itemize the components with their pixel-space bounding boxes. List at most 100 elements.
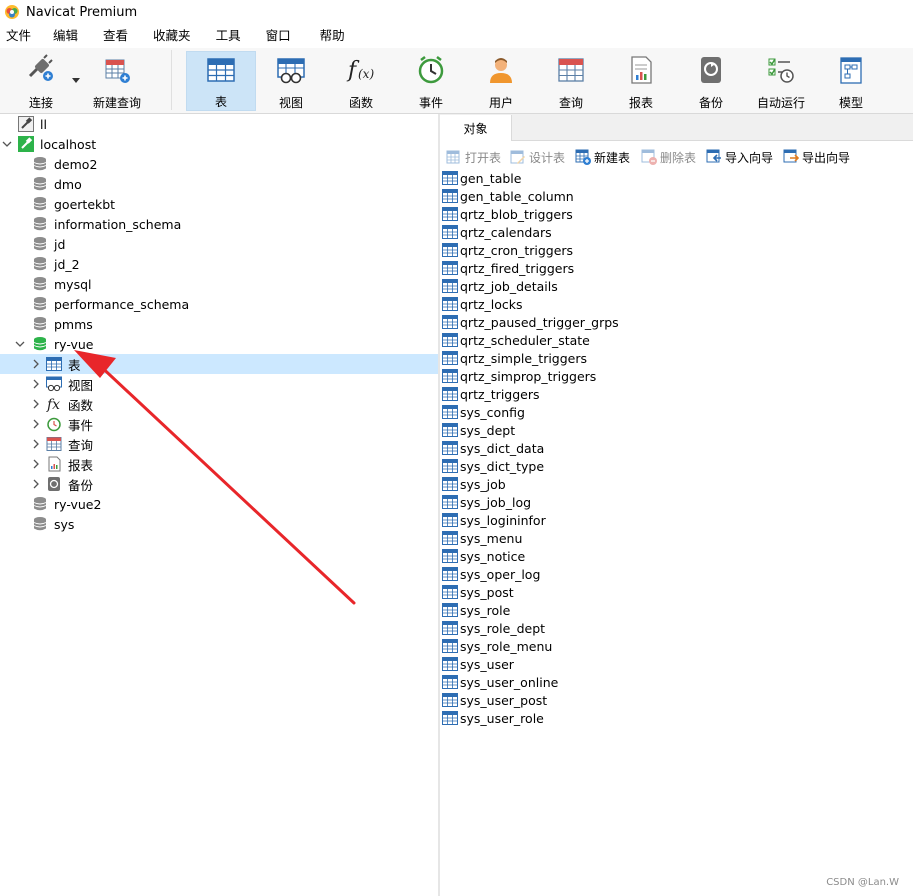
table-list-item[interactable]: sys_post: [442, 583, 514, 601]
tree-connection-localhost[interactable]: localhost: [0, 134, 438, 154]
chevron-right-icon[interactable]: [30, 458, 42, 470]
toolbar-event-button[interactable]: 事件: [396, 51, 466, 111]
tree-object-group-label: 函数: [68, 397, 94, 413]
design-table-button[interactable]: 设计表: [510, 148, 565, 166]
table-list-item[interactable]: sys_dict_data: [442, 439, 544, 457]
toolbar-model-button[interactable]: 模型: [816, 51, 886, 111]
tree-database-item[interactable]: demo2: [0, 154, 438, 174]
open-table-button[interactable]: 打开表: [446, 148, 501, 166]
table-list-item[interactable]: qrtz_scheduler_state: [442, 331, 590, 349]
menu-window[interactable]: 窗口: [252, 24, 302, 48]
table-list-item[interactable]: sys_logininfor: [442, 511, 546, 529]
table-list-item[interactable]: sys_dept: [442, 421, 515, 439]
table-list-item[interactable]: sys_user: [442, 655, 514, 673]
tree-database-item[interactable]: ry-vue: [0, 334, 438, 354]
tree-database-item[interactable]: performance_schema: [0, 294, 438, 314]
chevron-right-icon[interactable]: [30, 438, 42, 450]
tree-object-group[interactable]: 备份: [0, 474, 438, 494]
chevron-down-icon[interactable]: [14, 338, 26, 350]
import-wizard-button[interactable]: 导入向导: [706, 148, 773, 166]
table-list-item[interactable]: qrtz_fired_triggers: [442, 259, 574, 277]
tree-database-item[interactable]: jd_2: [0, 254, 438, 274]
table-list-item[interactable]: qrtz_blob_triggers: [442, 205, 573, 223]
toolbar-connect-button[interactable]: 连接: [6, 51, 76, 111]
tree-object-group[interactable]: 视图: [0, 374, 438, 394]
tree-object-group[interactable]: fx 函数: [0, 394, 438, 414]
table-list-item[interactable]: sys_notice: [442, 547, 525, 565]
tree-object-group[interactable]: 查询: [0, 434, 438, 454]
table-list-item[interactable]: qrtz_job_details: [442, 277, 558, 295]
table-list-item[interactable]: qrtz_cron_triggers: [442, 241, 573, 259]
tab-objects[interactable]: 对象: [440, 115, 512, 141]
menu-view[interactable]: 查看: [89, 24, 139, 48]
new-query-icon: [105, 59, 130, 83]
new-table-button[interactable]: 新建表: [575, 148, 630, 166]
import-wizard-icon: [706, 149, 721, 163]
tree-object-group[interactable]: 报表: [0, 454, 438, 474]
toolbar-report-button[interactable]: 报表: [606, 51, 676, 111]
report-icon: [631, 55, 652, 84]
toolbar-new-query-button[interactable]: 新建查询: [82, 51, 152, 111]
table-list-item[interactable]: sys_user_online: [442, 673, 558, 691]
menu-help[interactable]: 帮助: [302, 24, 356, 48]
view-icon: [46, 376, 62, 392]
table-list-item[interactable]: qrtz_triggers: [442, 385, 540, 403]
connect-dropdown-icon[interactable]: [72, 78, 80, 84]
chevron-right-icon[interactable]: [30, 398, 42, 410]
toolbar-view-button[interactable]: 视图: [256, 51, 326, 111]
tree-database-item[interactable]: dmo: [0, 174, 438, 194]
chevron-right-icon[interactable]: [30, 358, 42, 370]
table-name: sys_role: [460, 602, 511, 618]
table-list-item[interactable]: qrtz_simprop_triggers: [442, 367, 596, 385]
menu-tools[interactable]: 工具: [202, 24, 252, 48]
tree-database-item[interactable]: information_schema: [0, 214, 438, 234]
tree-object-group[interactable]: 表: [0, 354, 438, 374]
table-icon: [207, 57, 235, 82]
table-list-item[interactable]: sys_user_post: [442, 691, 547, 709]
table-list-item[interactable]: qrtz_locks: [442, 295, 523, 313]
tree-database-item[interactable]: mysql: [0, 274, 438, 294]
design-table-label: 设计表: [529, 150, 566, 165]
table-list-item[interactable]: sys_role: [442, 601, 510, 619]
tree-database-item[interactable]: ry-vue2: [0, 494, 438, 514]
svg-text:(x): (x): [358, 67, 374, 81]
tree-database-item[interactable]: pmms: [0, 314, 438, 334]
table-list-item[interactable]: sys_oper_log: [442, 565, 540, 583]
toolbar-table-button[interactable]: 表: [186, 51, 256, 111]
table-name: qrtz_paused_trigger_grps: [460, 314, 619, 330]
table-list-item[interactable]: gen_table: [442, 169, 521, 187]
chevron-down-icon[interactable]: [1, 138, 13, 150]
toolbar-function-button[interactable]: f (x) 函数: [326, 51, 396, 111]
table-list-item[interactable]: sys_menu: [442, 529, 522, 547]
table-list-item[interactable]: sys_job: [442, 475, 506, 493]
table-name: sys_user_post: [460, 692, 548, 708]
tree-database-item[interactable]: goertekbt: [0, 194, 438, 214]
table-list-item[interactable]: sys_role_menu: [442, 637, 552, 655]
table-list-item[interactable]: sys_user_role: [442, 709, 544, 727]
menu-edit[interactable]: 编辑: [42, 24, 89, 48]
toolbar-automation-button[interactable]: 自动运行: [746, 51, 816, 111]
tree-database-item[interactable]: sys: [0, 514, 438, 534]
table-list-item[interactable]: sys_job_log: [442, 493, 531, 511]
table-list-item[interactable]: sys_dict_type: [442, 457, 544, 475]
tree-connection-ll[interactable]: ll: [0, 114, 438, 134]
table-list-item[interactable]: gen_table_column: [442, 187, 574, 205]
delete-table-button[interactable]: 删除表: [641, 148, 696, 166]
user-icon: [490, 57, 512, 83]
toolbar-user-button[interactable]: 用户: [466, 51, 536, 111]
table-list-item[interactable]: sys_role_dept: [442, 619, 545, 637]
tree-object-group[interactable]: 事件: [0, 414, 438, 434]
table-list-item[interactable]: qrtz_calendars: [442, 223, 552, 241]
menu-file[interactable]: 文件: [0, 24, 42, 48]
toolbar-backup-button[interactable]: 备份: [676, 51, 746, 111]
toolbar-query-button[interactable]: 查询: [536, 51, 606, 111]
chevron-right-icon[interactable]: [30, 478, 42, 490]
export-wizard-button[interactable]: 导出向导: [783, 148, 850, 166]
menu-favorites[interactable]: 收藏夹: [139, 24, 202, 48]
tree-database-item[interactable]: jd: [0, 234, 438, 254]
table-list-item[interactable]: qrtz_simple_triggers: [442, 349, 587, 367]
table-list-item[interactable]: sys_config: [442, 403, 525, 421]
chevron-right-icon[interactable]: [30, 378, 42, 390]
table-list-item[interactable]: qrtz_paused_trigger_grps: [442, 313, 619, 331]
chevron-right-icon[interactable]: [30, 418, 42, 430]
